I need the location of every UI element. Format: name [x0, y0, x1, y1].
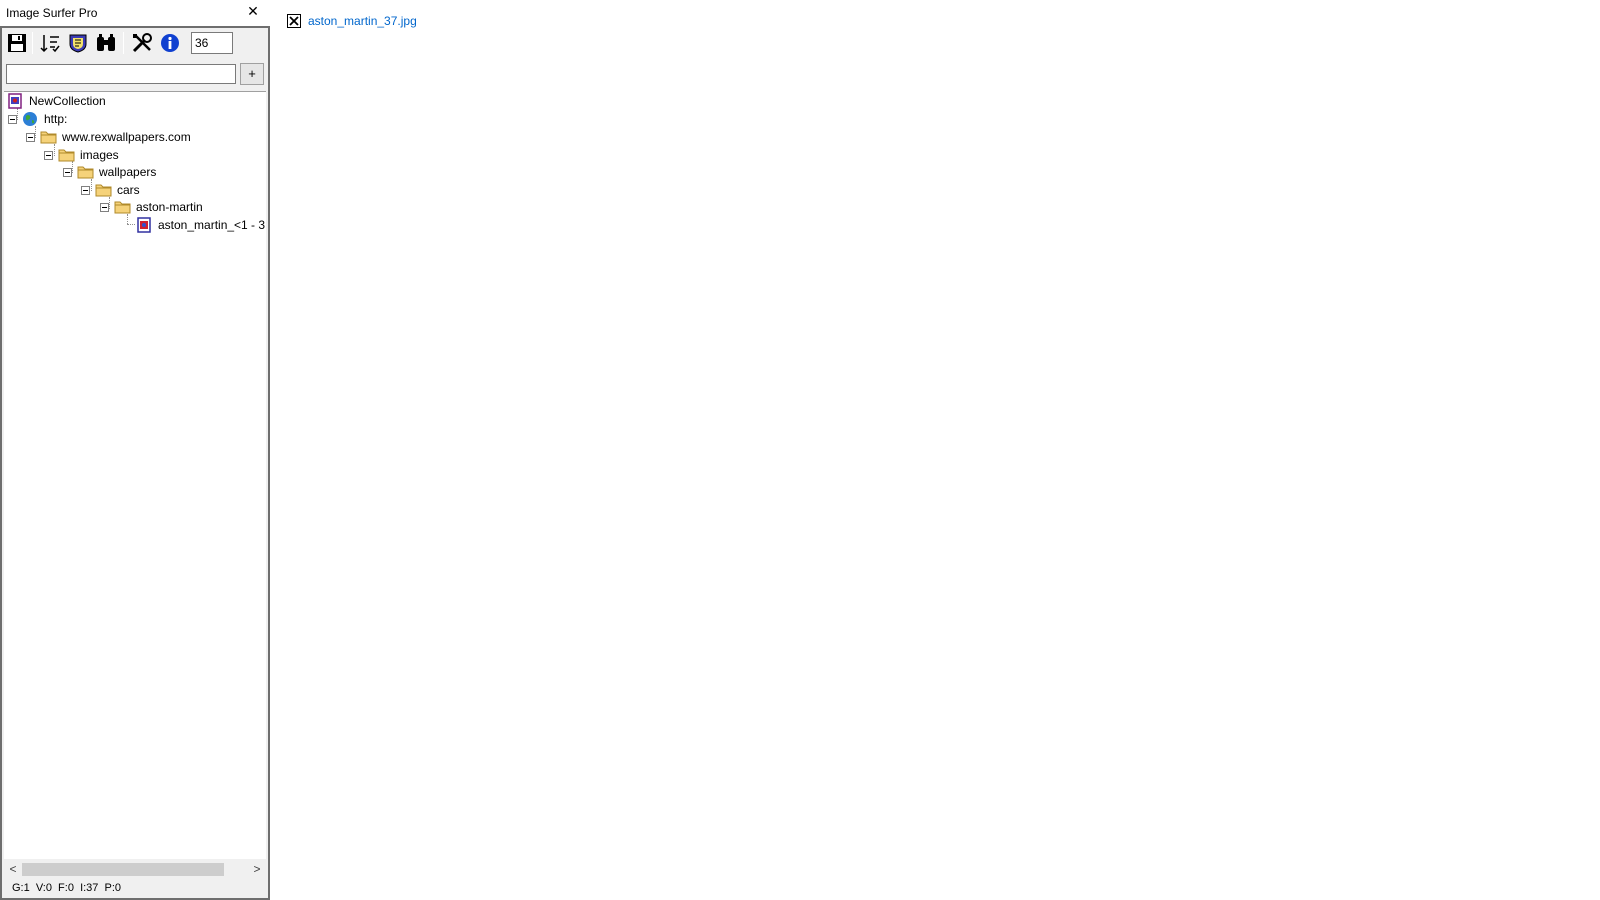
info-button[interactable]	[158, 31, 182, 55]
save-icon	[8, 34, 26, 52]
sidebar-panel: Image Surfer Pro ✕ 36 + NewCollection ht…	[0, 0, 270, 900]
thumbnail-count-input[interactable]	[191, 32, 233, 54]
tree-node-domain[interactable]: www.rexwallpapers.com	[26, 128, 191, 146]
sort-icon	[40, 35, 60, 53]
collection-tree[interactable]: NewCollection http: www.rexwallpapers.co…	[4, 91, 266, 859]
tree-node-label: www.rexwallpapers.com	[62, 130, 191, 144]
main-content: aston_martin_37.jpg	[270, 0, 1600, 900]
sort-button[interactable]	[38, 31, 62, 55]
tree-node-newcollection[interactable]: NewCollection	[6, 92, 106, 110]
collapse-toggle[interactable]	[44, 150, 53, 160]
folder-icon	[57, 147, 75, 163]
tree-node-label: http:	[44, 112, 68, 126]
image-item[interactable]: aston_martin_37.jpg	[287, 14, 417, 28]
broken-image-icon	[287, 14, 301, 28]
toolbar-separator	[32, 32, 33, 54]
tree-node-label: aston-martin	[136, 200, 203, 214]
tree-node-label: cars	[117, 183, 140, 197]
tree-node-label: NewCollection	[29, 94, 106, 108]
image-range-icon	[135, 217, 153, 233]
folder-icon	[39, 129, 57, 145]
globe-icon	[21, 111, 39, 127]
tree-connector	[127, 224, 135, 225]
folder-icon	[113, 199, 131, 215]
panel-title: Image Surfer Pro	[6, 6, 98, 20]
tree-node-aston-martin[interactable]: aston-martin	[100, 198, 203, 216]
tree-node-label: aston_martin_<1 - 3	[158, 218, 266, 232]
collapse-toggle[interactable]	[100, 202, 109, 212]
filter-button[interactable]	[66, 31, 90, 55]
close-button[interactable]: ✕	[244, 2, 262, 20]
search-row: +	[2, 62, 268, 88]
folder-icon	[76, 164, 94, 180]
folder-icon	[94, 182, 112, 198]
status-bar: G:1 V:0 F:0 I:37 P:0	[12, 882, 122, 894]
tree-node-label: wallpapers	[99, 165, 157, 179]
toolbar	[2, 28, 268, 58]
scroll-left-button[interactable]: <	[4, 860, 22, 878]
tree-node-images[interactable]: images	[44, 146, 119, 164]
info-icon	[161, 34, 179, 52]
filter-icon	[69, 34, 87, 53]
scroll-right-button[interactable]: >	[248, 860, 266, 878]
add-button[interactable]: +	[240, 63, 264, 85]
find-button[interactable]	[94, 31, 118, 55]
tree-node-cars[interactable]: cars	[81, 181, 140, 199]
tree-node-image-range[interactable]: aston_martin_<1 - 3	[135, 216, 265, 234]
tree-node-label: images	[80, 148, 119, 162]
tree-node-http[interactable]: http:	[8, 110, 67, 128]
save-button[interactable]	[5, 31, 29, 55]
collapse-toggle[interactable]	[81, 185, 90, 195]
tree-node-wallpapers[interactable]: wallpapers	[63, 163, 156, 181]
collapse-toggle[interactable]	[26, 132, 35, 142]
scroll-thumb[interactable]	[22, 863, 224, 876]
tools-button[interactable]	[130, 31, 154, 55]
image-link[interactable]: aston_martin_37.jpg	[308, 14, 417, 28]
url-input[interactable]	[6, 64, 236, 84]
collection-icon	[6, 93, 24, 109]
binoculars-icon	[97, 34, 115, 51]
panel-title-bar: Image Surfer Pro ✕	[0, 0, 270, 26]
collapse-toggle[interactable]	[8, 114, 17, 124]
toolbar-separator	[123, 32, 124, 54]
horizontal-scrollbar[interactable]: < >	[4, 860, 266, 878]
tools-icon	[132, 33, 152, 53]
collapse-toggle[interactable]	[63, 167, 72, 177]
